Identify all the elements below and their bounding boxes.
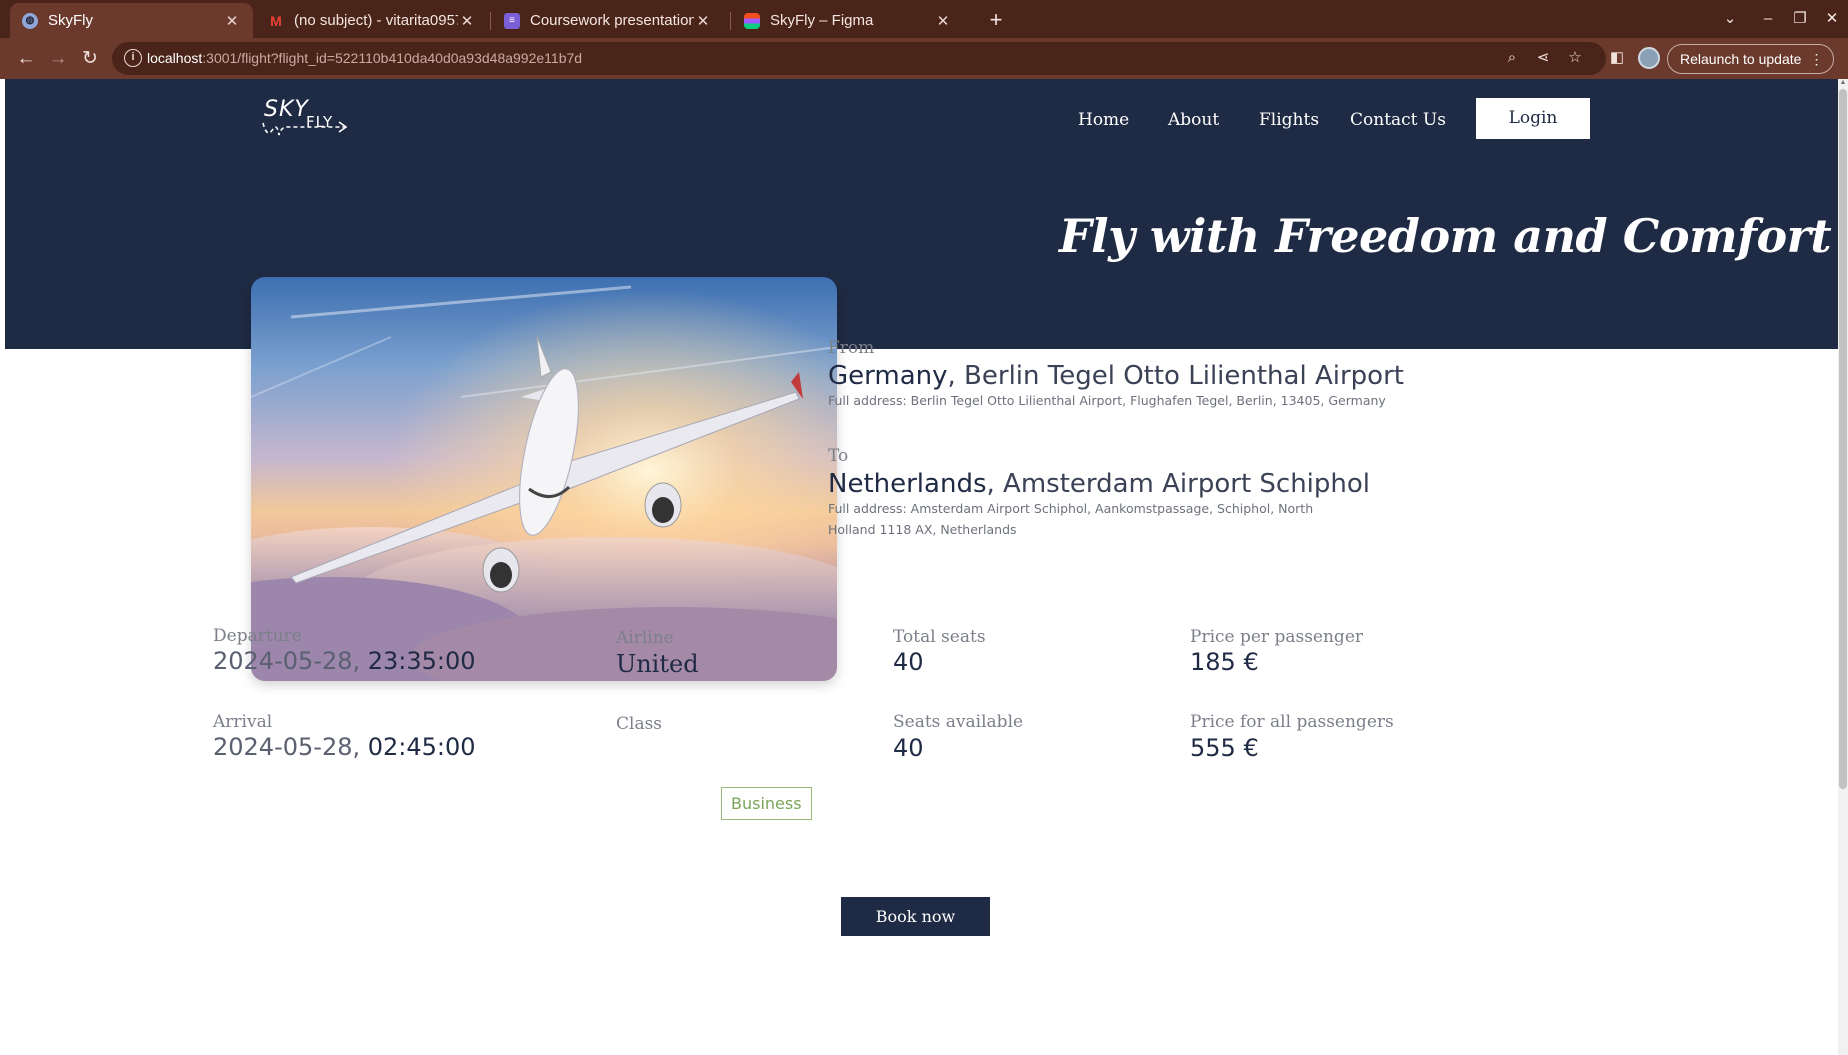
browser-chrome: ◍ SkyFly ✕ M (no subject) - vitarita0957… [0,0,1848,79]
globe-icon: ◍ [22,12,38,29]
relaunch-button[interactable]: Relaunch to update ⋮ [1667,44,1835,74]
arrival-label: Arrival [213,712,273,732]
airplane-photo [251,277,837,681]
arrival-date: 2024-05-28 [213,733,353,761]
slides-icon: ≡ [504,12,520,29]
book-now-button[interactable]: Book now [841,897,990,936]
arrival-time: 02:45:00 [367,733,476,761]
tab-gmail[interactable]: M (no subject) - vitarita0957 ✕ [256,3,488,38]
url-text[interactable]: localhost:3001/flight?flight_id=522110b4… [147,50,582,66]
from-label: From [828,338,875,358]
relaunch-label: Relaunch to update [1680,51,1802,67]
nav-flights[interactable]: Flights [1259,110,1319,130]
to-label: To [828,446,849,466]
new-tab-icon[interactable]: + [982,6,1010,34]
page-scrollbar[interactable]: ▲ [1838,79,1848,1055]
departure-date: 2024-05-28 [213,647,353,675]
tab-title: (no subject) - vitarita0957 [294,12,458,29]
class-badge: Business [721,787,812,820]
nav-contact-us[interactable]: Contact Us [1350,110,1446,130]
tab-title: SkyFly [48,12,93,29]
airplane-illustration [251,277,837,681]
arrival-value: 2024-05-28, 02:45:00 [213,733,476,761]
tab-coursework[interactable]: ≡ Coursework presentation ✕ [492,3,724,38]
price-all-passengers-value: 555 € [1190,734,1259,762]
price-all-passengers-label: Price for all passengers [1190,712,1394,732]
restore-icon[interactable]: ❐ [1788,6,1812,32]
airline-label: Airline [616,628,674,648]
airline-value: United [616,650,699,678]
minimize-icon[interactable]: – [1756,6,1780,32]
class-label: Class [616,714,663,734]
skyfly-logo[interactable]: SKY FLY [249,89,359,149]
nav-about[interactable]: About [1168,110,1219,130]
url-host: localhost [147,50,203,66]
close-icon[interactable]: ✕ [694,12,712,30]
bookmark-star-icon[interactable]: ☆ [1564,47,1586,69]
total-seats-value: 40 [893,648,924,676]
figma-icon [744,12,760,29]
total-seats-label: Total seats [893,627,986,647]
plane-path-icon [262,121,348,136]
gmail-icon: M [270,12,282,29]
to-country: Netherlands [828,469,987,499]
site-info-icon[interactable]: i [124,49,142,67]
from-route: Germany, Berlin Tegel Otto Lilienthal Ai… [828,361,1404,391]
from-country: Germany [828,361,948,391]
tab-figma[interactable]: SkyFly – Figma ✕ [732,3,964,38]
more-icon: ⋮ [1809,51,1824,67]
address-bar[interactable]: i localhost:3001/flight?flight_id=522110… [112,42,1606,75]
browser-toolbar: ← → ↻ i localhost:3001/flight?flight_id=… [0,38,1848,79]
departure-label: Departure [213,626,302,646]
scroll-up-icon[interactable]: ▲ [1839,79,1847,87]
close-icon[interactable]: ✕ [458,12,476,30]
to-full-address: Full address: Amsterdam Airport Schiphol… [828,501,1314,537]
departure-time: 23:35:00 [367,647,476,675]
tab-separator [730,12,731,30]
to-airport: Amsterdam Airport Schiphol [1003,469,1371,499]
price-per-passenger-label: Price per passenger [1190,627,1364,647]
url-path: :3001/flight?flight_id=522110b410da40d0a… [202,50,583,66]
tab-strip: ◍ SkyFly ✕ M (no subject) - vitarita0957… [0,0,1848,38]
profile-avatar[interactable] [1638,47,1660,69]
forward-icon[interactable]: → [44,45,72,73]
tab-search-icon[interactable]: ⌄ [1718,6,1742,32]
tab-title: SkyFly – Figma [770,12,874,29]
from-airport: Berlin Tegel Otto Lilienthal Airport [964,361,1404,391]
tab-title: Coursework presentation [530,12,694,29]
zoom-icon[interactable]: ⌕ [1501,47,1523,69]
back-icon[interactable]: ← [12,45,40,73]
departure-value: 2024-05-28, 23:35:00 [213,647,476,675]
share-icon[interactable]: ⋖ [1532,47,1554,69]
tab-separator [490,12,491,30]
scrollbar-thumb[interactable] [1839,89,1847,789]
window-close-icon[interactable]: ✕ [1820,6,1844,32]
reload-icon[interactable]: ↻ [76,45,104,73]
tab-skyfly[interactable]: ◍ SkyFly ✕ [10,3,253,38]
from-full-address: Full address: Berlin Tegel Otto Lilienth… [828,393,1386,408]
login-button[interactable]: Login [1476,98,1590,139]
to-route: Netherlands, Amsterdam Airport Schiphol [828,469,1371,499]
close-icon[interactable]: ✕ [223,12,241,30]
price-per-passenger-value: 185 € [1190,648,1259,676]
seats-available-value: 40 [893,734,924,762]
nav-home[interactable]: Home [1078,110,1129,130]
hero-title: Fly with Freedom and Comfort [1059,209,1832,263]
side-panel-icon[interactable]: ◧ [1606,47,1628,69]
close-icon[interactable]: ✕ [934,12,952,30]
seats-available-label: Seats available [893,712,1024,732]
